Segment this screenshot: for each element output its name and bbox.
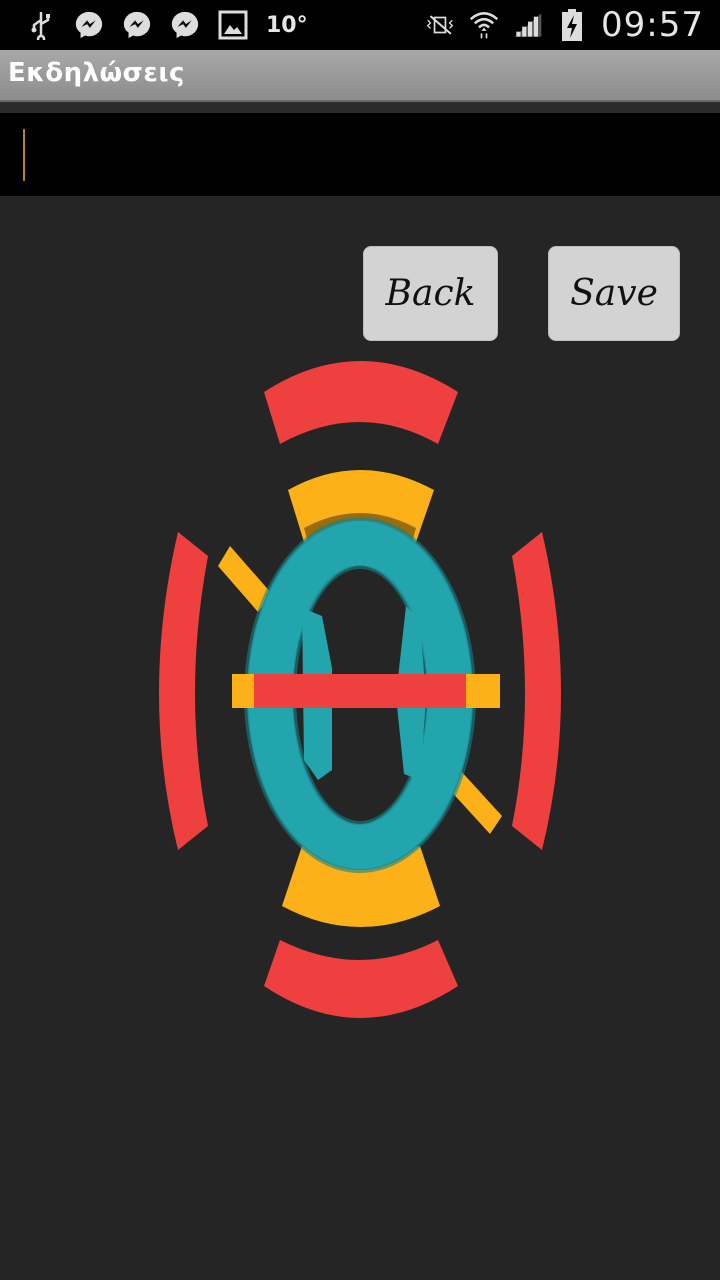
signal-icon: [513, 10, 543, 40]
battery-charging-icon: [557, 9, 587, 41]
messenger-icon: [74, 10, 104, 40]
temperature: 10°: [266, 12, 308, 38]
logo-image: [159, 361, 561, 1018]
notification-icons: 10°: [26, 0, 308, 50]
system-icons: 09:57: [425, 0, 704, 50]
text-input-area[interactable]: [0, 113, 720, 196]
logo-red-arc-left: [159, 532, 208, 850]
text-input[interactable]: [30, 123, 714, 185]
vibrate-mute-icon: [425, 10, 455, 40]
image-icon: [218, 10, 248, 40]
clock: 09:57: [601, 5, 704, 45]
save-button[interactable]: Save: [548, 246, 680, 341]
messenger-icon: [122, 10, 152, 40]
wifi-icon: [469, 10, 499, 40]
logo-red-arc-bottom: [264, 940, 458, 1018]
logo-red-arc-top: [264, 361, 458, 444]
messenger-icon: [170, 10, 200, 40]
logo-red-arc-right: [512, 532, 561, 850]
usb-icon: [26, 10, 56, 40]
text-cursor: [23, 129, 25, 181]
back-button[interactable]: Back: [363, 246, 498, 341]
title-bar: Εκδηλώσεις: [0, 50, 720, 102]
app-title: Εκδηλώσεις: [8, 58, 185, 88]
logo-red-bar: [254, 674, 466, 708]
status-bar: 10° 09:57: [0, 0, 720, 50]
